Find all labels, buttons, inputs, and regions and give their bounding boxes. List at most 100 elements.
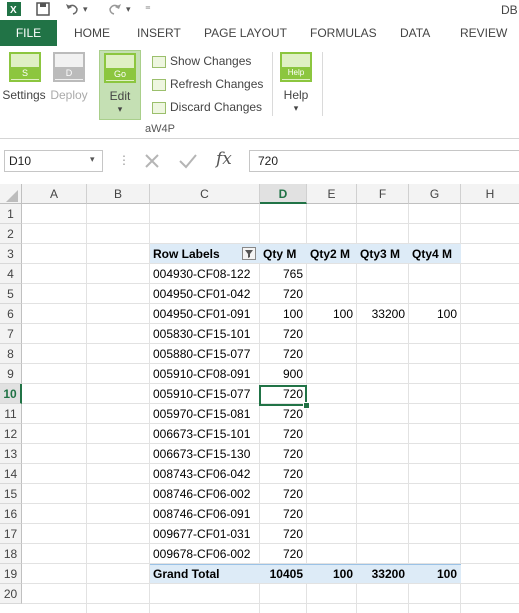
row-header-1[interactable]: 1 bbox=[0, 204, 22, 224]
grand-total-qty[interactable]: 10405 bbox=[260, 564, 307, 584]
pivot-cell-qty2[interactable] bbox=[307, 424, 357, 444]
row-header-3[interactable]: 3 bbox=[0, 244, 22, 264]
pivot-cell-qty[interactable]: 720 bbox=[260, 524, 307, 544]
row-header-19[interactable]: 19 bbox=[0, 564, 22, 584]
pivot-cell-qty2[interactable] bbox=[307, 504, 357, 524]
pivot-cell-qty3[interactable] bbox=[357, 484, 409, 504]
pivot-row-label[interactable]: 009678-CF06-002 bbox=[150, 544, 260, 564]
grand-total-qty4[interactable]: 100 bbox=[409, 564, 461, 584]
filter-dropdown-icon[interactable] bbox=[242, 247, 256, 260]
edit-button[interactable]: Go Edit ▾ bbox=[99, 50, 141, 120]
row-header-7[interactable]: 7 bbox=[0, 324, 22, 344]
pivot-cell-qty[interactable]: 720 bbox=[260, 444, 307, 464]
tab-file[interactable]: FILE bbox=[0, 20, 57, 46]
pivot-cell-qty4[interactable] bbox=[409, 384, 461, 404]
pivot-cell-qty2[interactable] bbox=[307, 324, 357, 344]
tab-review[interactable]: REVIEW bbox=[460, 20, 507, 46]
tab-insert[interactable]: INSERT bbox=[137, 20, 181, 46]
pivot-cell-qty3[interactable] bbox=[357, 524, 409, 544]
pivot-cell-qty4[interactable] bbox=[409, 424, 461, 444]
row-header-6[interactable]: 6 bbox=[0, 304, 22, 324]
pivot-cell-qty2[interactable] bbox=[307, 544, 357, 564]
pivot-cell-qty3[interactable] bbox=[357, 444, 409, 464]
pivot-row-label[interactable]: 008746-CF06-091 bbox=[150, 504, 260, 524]
tab-data[interactable]: DATA bbox=[400, 20, 430, 46]
deploy-button[interactable]: D Deploy bbox=[48, 52, 90, 108]
pivot-cell-qty[interactable]: 720 bbox=[260, 424, 307, 444]
pivot-cell-qty3[interactable] bbox=[357, 504, 409, 524]
pivot-header-qty3[interactable]: Qty3 M bbox=[357, 244, 409, 264]
row-header-5[interactable]: 5 bbox=[0, 284, 22, 304]
customize-qat-icon[interactable]: ⁼ bbox=[145, 3, 151, 16]
pivot-cell-qty[interactable]: 720 bbox=[260, 464, 307, 484]
tab-formulas[interactable]: FORMULAS bbox=[310, 20, 377, 46]
pivot-cell-qty3[interactable] bbox=[357, 284, 409, 304]
pivot-cell-qty3[interactable] bbox=[357, 344, 409, 364]
pivot-cell-qty2[interactable] bbox=[307, 344, 357, 364]
pivot-cell-qty3[interactable] bbox=[357, 544, 409, 564]
row-header-15[interactable]: 15 bbox=[0, 484, 22, 504]
discard-changes-button[interactable]: Discard Changes bbox=[152, 97, 262, 117]
pivot-cell-qty4[interactable] bbox=[409, 484, 461, 504]
row-header-9[interactable]: 9 bbox=[0, 364, 22, 384]
pivot-cell-qty2[interactable]: 100 bbox=[307, 304, 357, 324]
pivot-row-label[interactable]: 004930-CF08-122 bbox=[150, 264, 260, 284]
pivot-cell-qty3[interactable] bbox=[357, 404, 409, 424]
pivot-cell-qty3[interactable] bbox=[357, 464, 409, 484]
pivot-cell-qty2[interactable] bbox=[307, 444, 357, 464]
pivot-cell-qty4[interactable] bbox=[409, 404, 461, 424]
help-button[interactable]: Help Help ▾ bbox=[278, 52, 314, 118]
pivot-cell-qty4[interactable] bbox=[409, 504, 461, 524]
pivot-cell-qty[interactable]: 720 bbox=[260, 404, 307, 424]
row-header-17[interactable]: 17 bbox=[0, 524, 22, 544]
pivot-header-qty2[interactable]: Qty2 M bbox=[307, 244, 357, 264]
pivot-cell-qty[interactable]: 720 bbox=[260, 504, 307, 524]
pivot-row-label[interactable]: 004950-CF01-091 bbox=[150, 304, 260, 324]
pivot-row-label[interactable]: 005880-CF15-077 bbox=[150, 344, 260, 364]
row-header-14[interactable]: 14 bbox=[0, 464, 22, 484]
pivot-row-label[interactable]: 006673-CF15-130 bbox=[150, 444, 260, 464]
pivot-cell-qty4[interactable] bbox=[409, 264, 461, 284]
row-header-12[interactable]: 12 bbox=[0, 424, 22, 444]
excel-app-icon[interactable]: X bbox=[6, 1, 22, 20]
pivot-cell-qty2[interactable] bbox=[307, 404, 357, 424]
pivot-cell-qty4[interactable] bbox=[409, 444, 461, 464]
pivot-row-label[interactable]: 004950-CF01-042 bbox=[150, 284, 260, 304]
undo-dropdown-icon[interactable]: ▾ bbox=[83, 4, 88, 15]
pivot-cell-qty[interactable]: 720 bbox=[260, 484, 307, 504]
redo-dropdown-icon[interactable]: ▾ bbox=[126, 4, 131, 15]
row-header-13[interactable]: 13 bbox=[0, 444, 22, 464]
pivot-cell-qty2[interactable] bbox=[307, 364, 357, 384]
pivot-row-label[interactable]: 008743-CF06-042 bbox=[150, 464, 260, 484]
grand-total-label[interactable]: Grand Total bbox=[150, 564, 260, 584]
pivot-cell-qty4[interactable] bbox=[409, 464, 461, 484]
pivot-row-label[interactable]: 005910-CF15-077 bbox=[150, 384, 260, 404]
pivot-cell-qty4[interactable] bbox=[409, 544, 461, 564]
refresh-changes-button[interactable]: Refresh Changes bbox=[152, 74, 263, 94]
pivot-row-label[interactable]: 005830-CF15-101 bbox=[150, 324, 260, 344]
pivot-header-qty4[interactable]: Qty4 M bbox=[409, 244, 461, 264]
pivot-cell-qty4[interactable] bbox=[409, 524, 461, 544]
save-icon[interactable] bbox=[35, 1, 51, 20]
pivot-cell-qty2[interactable] bbox=[307, 484, 357, 504]
confirm-entry-icon[interactable] bbox=[178, 152, 198, 175]
pivot-cell-qty2[interactable] bbox=[307, 524, 357, 544]
pivot-cell-qty2[interactable] bbox=[307, 284, 357, 304]
tab-home[interactable]: HOME bbox=[74, 20, 110, 46]
pivot-row-label[interactable]: 005970-CF15-081 bbox=[150, 404, 260, 424]
row-header-4[interactable]: 4 bbox=[0, 264, 22, 284]
grand-total-qty2[interactable]: 100 bbox=[307, 564, 357, 584]
pivot-cell-qty4[interactable]: 100 bbox=[409, 304, 461, 324]
pivot-row-label[interactable]: 008746-CF06-002 bbox=[150, 484, 260, 504]
pivot-cell-qty[interactable]: 720 bbox=[260, 544, 307, 564]
insert-function-icon[interactable]: fx bbox=[216, 149, 232, 169]
name-box[interactable]: D10 bbox=[4, 150, 103, 172]
row-header-11[interactable]: 11 bbox=[0, 404, 22, 424]
pivot-cell-qty4[interactable] bbox=[409, 364, 461, 384]
row-header-20[interactable]: 20 bbox=[0, 584, 22, 604]
pivot-cell-qty3[interactable] bbox=[357, 264, 409, 284]
pivot-cell-qty[interactable]: 765 bbox=[260, 264, 307, 284]
pivot-cell-qty2[interactable] bbox=[307, 264, 357, 284]
cancel-entry-icon[interactable] bbox=[143, 152, 161, 175]
pivot-cell-qty[interactable]: 720 bbox=[260, 284, 307, 304]
